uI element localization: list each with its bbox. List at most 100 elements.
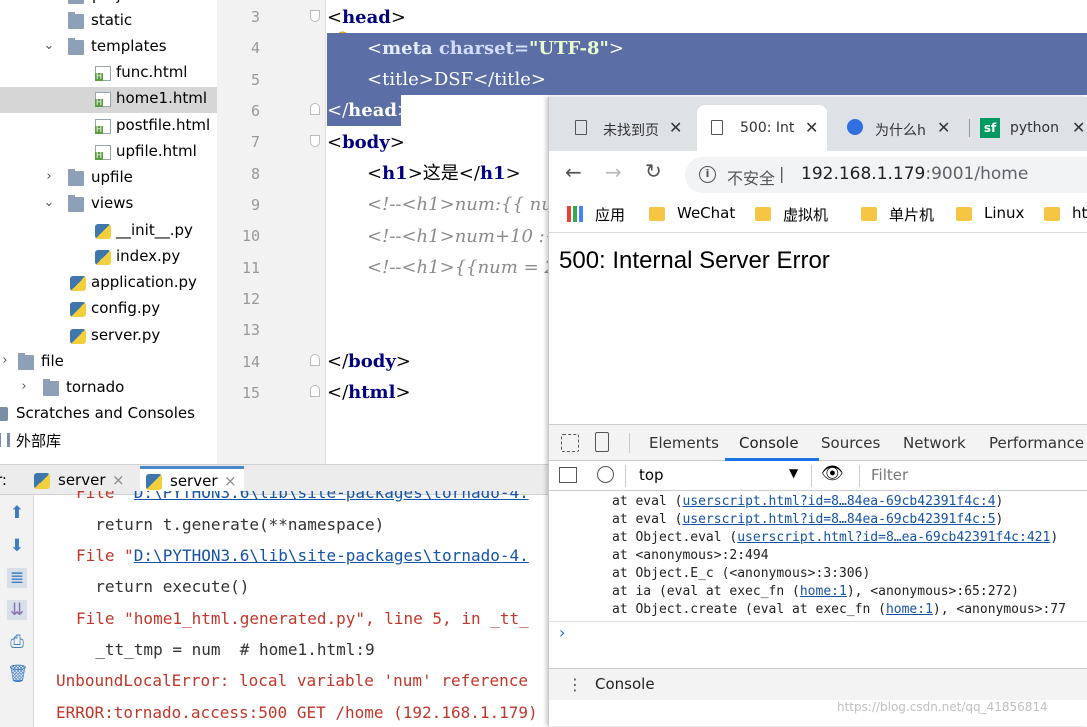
device-toolbar-icon[interactable] [595,432,609,452]
tree-item-upfile[interactable]: › upfile [0,166,217,192]
run-label: r: [0,471,7,489]
fold-marker-icon[interactable] [310,10,320,22]
fold-marker-icon[interactable] [310,135,320,147]
folder-icon [68,169,84,186]
line-number: 13 [241,321,260,339]
devtools-tabs: Elements Console Sources Network Perform… [549,425,1087,461]
code-line-6: </head> [327,100,413,121]
devtools-tab-performance[interactable]: Performance [989,434,1084,452]
fold-marker-icon[interactable] [310,354,320,366]
tree-item-scratches[interactable]: Scratches and Consoles [0,402,217,428]
arrow-down-icon[interactable]: ⬇ [7,536,27,556]
close-icon[interactable]: ✕ [937,118,950,137]
filter-input[interactable]: Filter [871,466,908,484]
browser-tab-2[interactable]: 500: Int ✕ [697,105,827,151]
devtools-tab-elements[interactable]: Elements [649,434,719,452]
error-heading: 500: Internal Server Error [559,247,830,274]
tree-item-templates[interactable]: ⌄ templates [0,35,217,61]
console-line: at <anonymous>:2:494 [612,548,769,563]
tree-item-application-py[interactable]: application.py [0,271,217,297]
browser-tab-1[interactable]: 未找到页 ✕ [563,105,693,151]
clear-console-icon[interactable] [597,466,614,483]
tree-item-server-py[interactable]: server.py [0,324,217,350]
chevron-right-icon[interactable]: › [0,353,12,368]
python-file-icon [95,224,111,239]
tree-item-home1-html[interactable]: home1.html [0,87,217,113]
browser-tab-3[interactable]: 为什么h ✕ [835,105,965,151]
run-panel: r: server × server × ⬆ ⬇ ≣ ⇊ ⎙ 🗑 File "D… [0,464,605,727]
omnibox[interactable]: i 不安全 | 192.168.1.179:9001/home [685,157,1087,193]
fold-marker-icon[interactable] [310,103,320,115]
folder-icon [649,207,665,221]
run-toolbar: ⬆ ⬇ ≣ ⇊ ⎙ 🗑 [0,495,34,727]
address-bar-row: ← → ↻ i 不安全 | 192.168.1.179:9001/home [549,151,1087,197]
code-line-4-selected: <meta charset="UTF-8"> [367,38,624,59]
tree-item-static[interactable]: static [0,9,217,35]
forward-icon[interactable]: → [605,160,622,184]
devtools-tab-sources[interactable]: Sources [821,434,880,452]
console-line: at Object.create (eval at exec_fn (home:… [612,602,1066,617]
drawer-tab-console[interactable]: Console [595,675,655,693]
devtools-tab-console[interactable]: Console [739,434,799,452]
watermark: https://blog.csdn.net/qq_41856814 [837,700,1048,714]
close-icon[interactable]: ✕ [1072,118,1085,137]
divider [625,465,626,487]
close-icon[interactable]: ✕ [669,118,682,137]
chevron-down-icon[interactable]: ⌄ [42,38,56,53]
inspect-element-icon[interactable] [561,434,579,452]
arrow-up-icon[interactable]: ⬆ [7,503,27,523]
chevron-right-icon[interactable]: › [17,379,31,394]
close-icon[interactable]: × [224,472,237,490]
console-prompt[interactable]: › [559,623,565,642]
output-line: return execute() [76,577,250,596]
more-options-icon[interactable]: ⋮ [567,675,583,694]
folder-icon [861,207,877,221]
close-icon[interactable]: ✕ [805,118,818,137]
tree-item-postfile-html[interactable]: postfile.html [0,114,217,140]
context-select[interactable]: top [639,466,664,484]
browser-tab-4[interactable]: sf python ✕ [974,105,1087,151]
devtools-tab-network[interactable]: Network [903,434,966,452]
run-tab-server-1[interactable]: server × [32,469,128,493]
tree-item-views[interactable]: ⌄ views [0,192,217,218]
reload-icon[interactable]: ↻ [645,159,662,183]
sidebar-toggle-icon[interactable] [559,467,577,483]
info-icon[interactable]: i [699,166,716,183]
fold-marker-icon[interactable] [310,385,320,397]
scratches-icon [0,407,8,421]
line-number: 9 [250,196,260,214]
tree-scrollbar[interactable] [217,0,230,464]
dropdown-arrow-icon[interactable]: ▼ [789,466,798,480]
output-line: File "home1_html.generated.py", line 5, … [76,609,529,628]
print-icon[interactable]: ⎙ [7,632,27,652]
scroll-to-end-icon[interactable]: ⇊ [7,600,27,620]
tree-item-func-html[interactable]: func.html [0,61,217,87]
tree-item-config-py[interactable]: config.py [0,297,217,323]
sf-icon: sf [980,118,1000,138]
tree-item-init-py[interactable]: __init__.py [0,219,217,245]
chevron-down-icon[interactable]: ⌄ [42,195,56,210]
tree-item-file[interactable]: › file [0,350,217,376]
tree-item-external-libraries[interactable]: 外部库 [0,428,217,454]
browser-tab-strip: 未找到页 ✕ 500: Int ✕ 为什么h ✕ sf python ✕ [549,97,1087,151]
close-icon[interactable]: × [112,471,125,489]
tree-item-tornado[interactable]: › tornado [0,376,217,402]
line-number: 5 [250,71,260,89]
code-line-11: <!--<h1>{{num = 20 [367,257,568,278]
console-line: at Object.eval (userscript.html?id=8…ea-… [612,530,1059,545]
tree-item-index-py[interactable]: index.py [0,245,217,271]
trash-icon[interactable]: 🗑 [7,664,29,684]
eye-icon[interactable]: 👁 [821,463,844,484]
line-gutter: 3 4 5 6 7 8 9 10 11 12 13 14 15 [230,0,326,464]
security-label: 不安全 [727,169,776,188]
console-line: at eval (userscript.html?id=8…84ea-69cb4… [612,494,1004,509]
url-text: 192.168.1.179:9001/home [801,164,1029,184]
run-tab-server-2[interactable]: server × [140,466,244,495]
console-line: at eval (userscript.html?id=8…84ea-69cb4… [612,512,1004,527]
chevron-right-icon[interactable]: › [42,169,56,184]
soft-wrap-icon[interactable]: ≣ [7,568,27,588]
back-icon[interactable]: ← [565,160,582,184]
line-number: 3 [250,8,260,26]
browser-window: 未找到页 ✕ 500: Int ✕ 为什么h ✕ sf python ✕ ← →… [548,97,1087,726]
tree-item-upfile-html[interactable]: upfile.html [0,140,217,166]
